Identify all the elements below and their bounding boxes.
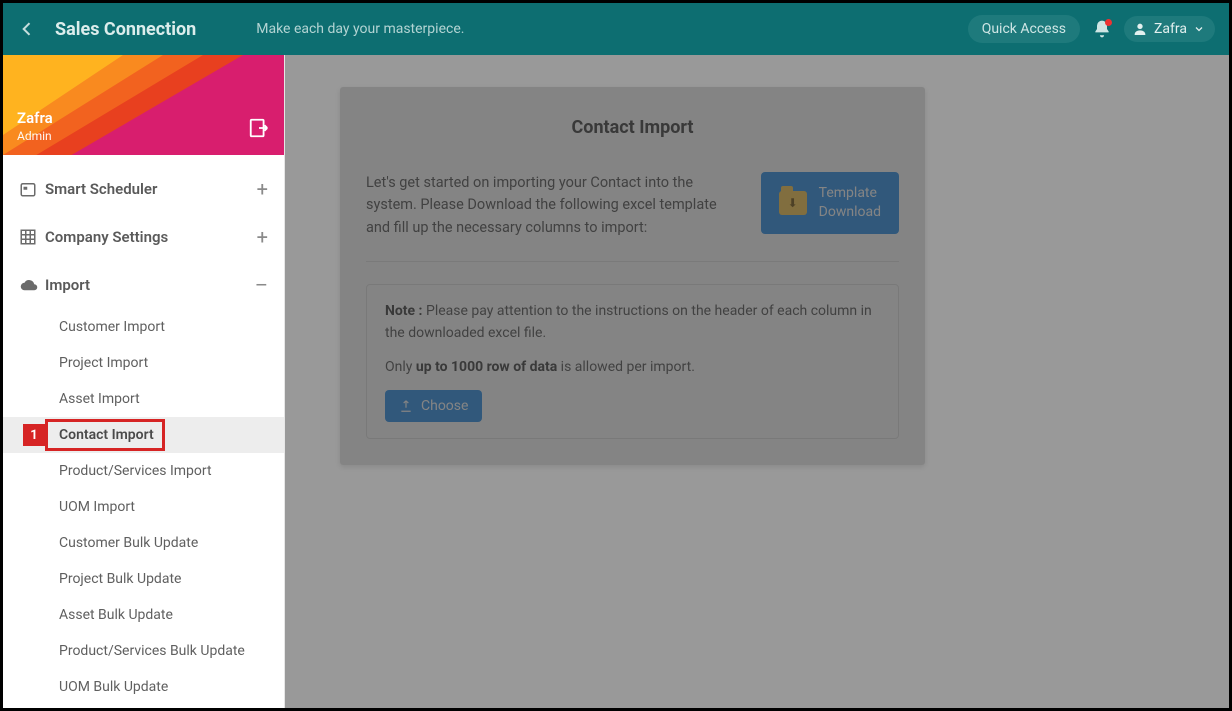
sidebar-item[interactable]: UOM Bulk Update [3,669,284,705]
profile-role: Admin [17,129,52,143]
user-icon [1132,21,1148,37]
notification-dot-icon [1105,19,1112,26]
user-menu[interactable]: Zafra [1124,16,1215,42]
sidebar-item[interactable]: Project Bulk Update [3,561,284,597]
collapse-minus-icon[interactable]: – [255,273,268,297]
quick-access-button[interactable]: Quick Access [968,15,1080,43]
profile-card: Zafra Admin [3,55,284,155]
menu-import[interactable]: Import – [3,261,284,309]
sidebar-item[interactable]: Asset Import [3,381,284,417]
menu-smart-scheduler[interactable]: Smart Scheduler + [3,165,284,213]
sidebar-item[interactable]: Customer Bulk Update [3,525,284,561]
sidebar: Zafra Admin Smart Scheduler + [3,55,285,708]
sidebar-item[interactable]: UOM Import [3,489,284,525]
callout-number: 1 [23,424,45,446]
menu-company-settings[interactable]: Company Settings + [3,213,284,261]
logout-icon[interactable] [248,117,270,139]
sidebar-item[interactable]: Asset Bulk Update [3,597,284,633]
chevron-down-icon [1193,23,1205,35]
calendar-icon [19,180,45,198]
notifications-bell-icon[interactable] [1092,19,1112,39]
import-submenu: Customer ImportProject ImportAsset Impor… [3,309,284,705]
sidebar-item-contact-import[interactable]: Contact Import [3,417,284,453]
menu-label: Smart Scheduler [45,180,257,198]
expand-plus-icon[interactable]: + [257,177,268,201]
sidebar-item[interactable]: Product/Services Bulk Update [3,633,284,669]
sidebar-item[interactable]: Customer Import [3,309,284,345]
sidebar-item[interactable]: Product/Services Import [3,453,284,489]
tagline-text: Make each day your masterpiece. [256,21,464,37]
menu-label: Import [45,276,255,294]
profile-name: Zafra [17,109,53,127]
expand-plus-icon[interactable]: + [257,225,268,249]
dim-overlay [285,55,1229,708]
app-header: Sales Connection Make each day your mast… [3,3,1229,55]
sidebar-menu: Smart Scheduler + Company Settings + Imp… [3,155,284,705]
sidebar-item[interactable]: Project Import [3,345,284,381]
menu-label: Company Settings [45,228,257,246]
user-name-label: Zafra [1154,21,1187,37]
grid-icon [19,228,45,246]
brand-title: Sales Connection [55,19,196,40]
main-area: Contact Import Let's get started on impo… [285,55,1229,708]
back-arrow-icon[interactable] [17,19,37,39]
cloud-upload-icon [19,276,45,294]
